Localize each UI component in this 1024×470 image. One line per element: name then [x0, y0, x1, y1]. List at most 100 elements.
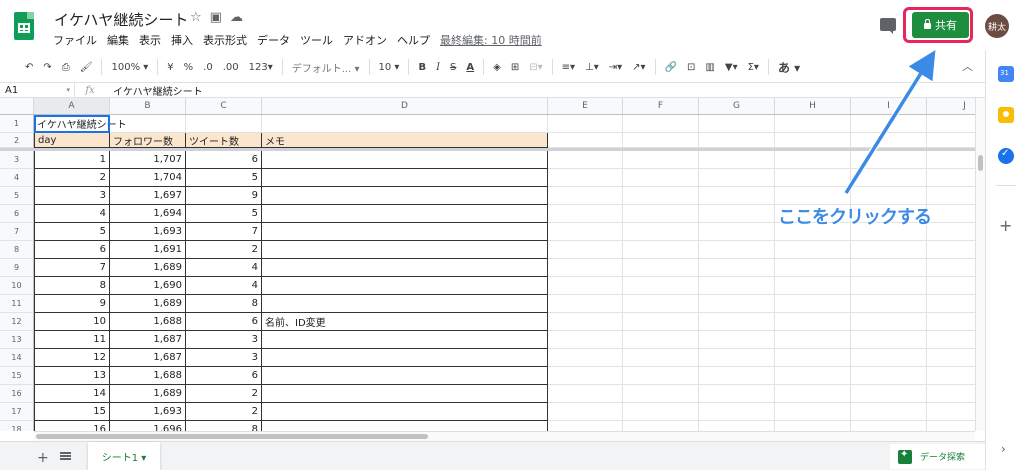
empty-cell[interactable]	[548, 403, 623, 421]
empty-cell[interactable]	[262, 115, 548, 133]
empty-cell[interactable]	[775, 313, 851, 331]
menu-file[interactable]: ファイル	[53, 32, 97, 48]
followers-cell[interactable]: 1,687	[110, 331, 186, 349]
followers-cell[interactable]: 1,688	[110, 313, 186, 331]
tweets-cell[interactable]: 2	[186, 385, 262, 403]
row-header[interactable]: 18	[0, 421, 34, 431]
italic-button[interactable]: I	[431, 62, 445, 73]
empty-cell[interactable]	[775, 241, 851, 259]
fill-color-icon[interactable]: ◈	[488, 62, 506, 73]
empty-cell[interactable]	[623, 403, 699, 421]
followers-cell[interactable]: 1,689	[110, 295, 186, 313]
empty-cell[interactable]	[775, 115, 851, 133]
increase-decimal-button[interactable]: .00	[218, 62, 244, 73]
tweets-cell[interactable]: 3	[186, 349, 262, 367]
tweets-cell[interactable]: 2	[186, 241, 262, 259]
tweets-cell[interactable]: 5	[186, 169, 262, 187]
empty-cell[interactable]	[927, 187, 975, 205]
empty-cell[interactable]	[927, 241, 975, 259]
empty-cell[interactable]	[623, 331, 699, 349]
empty-cell[interactable]	[927, 385, 975, 403]
followers-cell[interactable]: 1,694	[110, 205, 186, 223]
memo-cell[interactable]	[262, 421, 548, 431]
empty-cell[interactable]	[927, 169, 975, 187]
day-cell[interactable]: 5	[34, 223, 110, 241]
empty-cell[interactable]	[623, 151, 699, 169]
empty-cell[interactable]	[623, 367, 699, 385]
tweets-cell[interactable]: 2	[186, 403, 262, 421]
row-header[interactable]: 11	[0, 295, 34, 313]
empty-cell[interactable]	[699, 223, 775, 241]
memo-cell[interactable]	[262, 205, 548, 223]
day-cell[interactable]: 9	[34, 295, 110, 313]
empty-cell[interactable]	[623, 313, 699, 331]
empty-cell[interactable]	[623, 385, 699, 403]
empty-cell[interactable]	[775, 295, 851, 313]
strikethrough-button[interactable]: S	[445, 62, 461, 73]
keep-icon[interactable]	[998, 107, 1014, 123]
comment-history-icon[interactable]	[880, 18, 896, 34]
day-cell[interactable]: 7	[34, 259, 110, 277]
horizontal-scrollbar[interactable]	[34, 431, 975, 441]
vertical-scroll-thumb[interactable]	[978, 155, 983, 171]
empty-cell[interactable]	[851, 367, 927, 385]
empty-cell[interactable]	[775, 349, 851, 367]
tweets-cell[interactable]: 3	[186, 331, 262, 349]
followers-cell[interactable]: 1,693	[110, 403, 186, 421]
day-cell[interactable]: 12	[34, 349, 110, 367]
empty-cell[interactable]	[775, 277, 851, 295]
row-header[interactable]: 15	[0, 367, 34, 385]
menu-data[interactable]: データ	[257, 32, 290, 48]
tweets-cell[interactable]: 4	[186, 259, 262, 277]
memo-cell[interactable]	[262, 259, 548, 277]
column-header-g[interactable]: G	[699, 98, 775, 114]
empty-cell[interactable]	[623, 277, 699, 295]
row-header[interactable]: 1	[0, 115, 34, 133]
text-color-button[interactable]: A	[461, 62, 479, 73]
empty-cell[interactable]	[927, 421, 975, 431]
empty-cell[interactable]	[927, 295, 975, 313]
star-icon[interactable]: ☆	[190, 10, 202, 25]
memo-cell[interactable]	[262, 403, 548, 421]
row-header[interactable]: 16	[0, 385, 34, 403]
text-wrap-icon[interactable]: ⇥▾	[604, 62, 627, 73]
day-cell[interactable]: 16	[34, 421, 110, 431]
row-header[interactable]: 5	[0, 187, 34, 205]
empty-cell[interactable]	[851, 169, 927, 187]
empty-cell[interactable]	[699, 421, 775, 431]
tweets-cell[interactable]: 9	[186, 187, 262, 205]
empty-cell[interactable]	[699, 295, 775, 313]
empty-cell[interactable]	[927, 205, 975, 223]
menu-format[interactable]: 表示形式	[203, 32, 247, 48]
select-all-corner[interactable]	[0, 98, 34, 114]
row-header[interactable]: 3	[0, 151, 34, 169]
empty-cell[interactable]	[548, 295, 623, 313]
currency-button[interactable]: ¥	[162, 62, 178, 73]
empty-cell[interactable]	[699, 169, 775, 187]
day-cell[interactable]: 2	[34, 169, 110, 187]
add-sheet-button[interactable]: +	[37, 450, 49, 466]
empty-cell[interactable]	[548, 259, 623, 277]
insert-chart-icon[interactable]: ▥	[700, 62, 719, 73]
memo-cell[interactable]	[262, 367, 548, 385]
empty-cell[interactable]	[699, 403, 775, 421]
empty-cell[interactable]	[851, 259, 927, 277]
day-cell[interactable]: 14	[34, 385, 110, 403]
add-addon-icon[interactable]: +	[999, 216, 1012, 235]
title-cell[interactable]: イケハヤ継続シート	[34, 115, 127, 133]
empty-cell[interactable]	[851, 277, 927, 295]
empty-cell[interactable]	[623, 133, 699, 148]
memo-cell[interactable]	[262, 277, 548, 295]
empty-cell[interactable]	[548, 421, 623, 431]
memo-cell[interactable]	[262, 223, 548, 241]
font-size-select[interactable]: 10 ▾	[374, 62, 405, 73]
sheets-logo-icon[interactable]	[14, 12, 34, 40]
vertical-align-icon[interactable]: ⊥▾	[580, 62, 604, 73]
tweets-cell[interactable]: 6	[186, 313, 262, 331]
tweets-cell[interactable]: 6	[186, 367, 262, 385]
empty-cell[interactable]	[623, 421, 699, 431]
menu-view[interactable]: 表示	[139, 32, 161, 48]
empty-cell[interactable]	[548, 367, 623, 385]
menu-tools[interactable]: ツール	[300, 32, 333, 48]
empty-cell[interactable]	[927, 115, 975, 133]
